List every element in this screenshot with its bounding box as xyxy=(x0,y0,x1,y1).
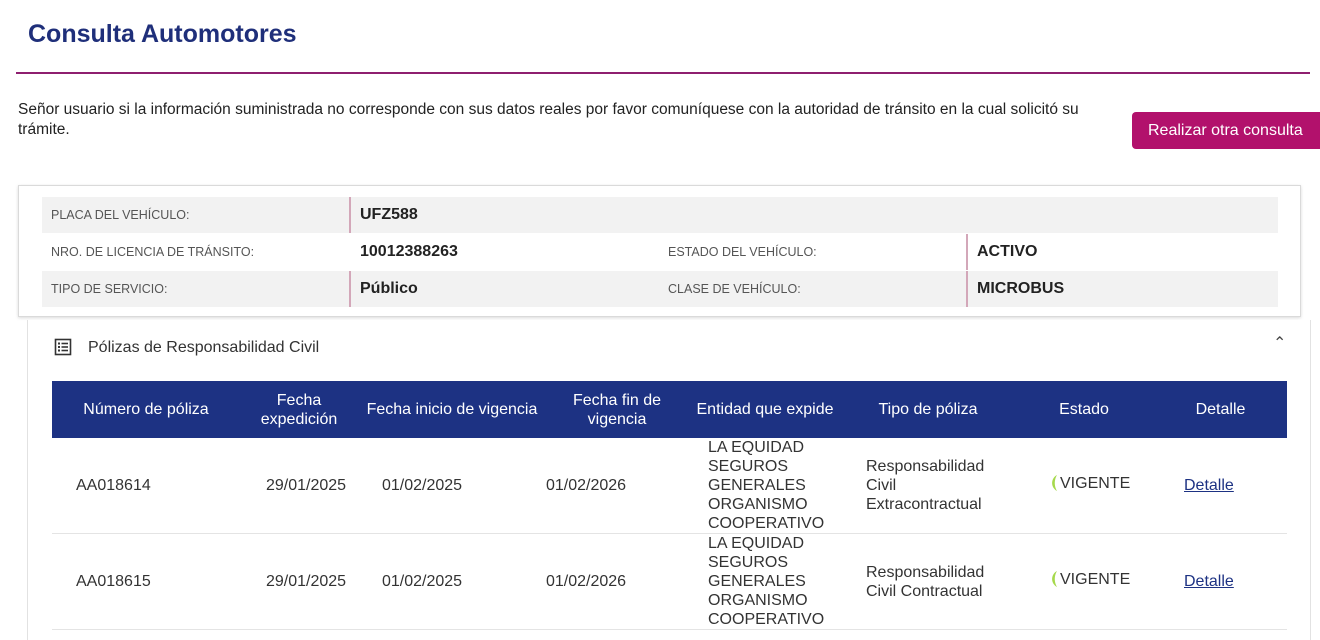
estado-vehiculo-value: ACTIVO xyxy=(966,234,1037,270)
table-header-row: Número de póliza Fecha expedición Fecha … xyxy=(52,381,1287,438)
detalle-link[interactable]: Detalle xyxy=(1184,573,1234,590)
expedicion-cell: 29/01/2025 xyxy=(240,533,358,630)
list-document-icon xyxy=(54,338,72,356)
leaf-icon xyxy=(1052,475,1057,492)
vehicle-row-placa: PLACA DEL VEHÍCULO: UFZ588 xyxy=(42,197,1278,233)
placa-value: UFZ588 xyxy=(349,197,418,233)
col-fin-header: Fecha fin de vigencia xyxy=(546,381,688,438)
col-numero-header: Número de póliza xyxy=(52,381,240,438)
estado-vehiculo-label: ESTADO DEL VEHÍCULO: xyxy=(668,245,817,259)
new-query-button[interactable]: Realizar otra consulta xyxy=(1132,112,1320,149)
polizas-table: Número de póliza Fecha expedición Fecha … xyxy=(52,381,1287,630)
numero-cell: AA018614 xyxy=(52,438,240,534)
detalle-cell: Detalle xyxy=(1154,438,1287,534)
leaf-icon xyxy=(1052,571,1057,588)
tipo-cell: Responsabilidad Civil Extracontractual xyxy=(842,438,1014,534)
title-divider xyxy=(16,72,1310,74)
polizas-section: Pólizas de Responsabilidad Civil ⌃ Númer… xyxy=(27,320,1311,640)
estado-cell: VIGENTE xyxy=(1014,438,1154,534)
inicio-cell: 01/02/2025 xyxy=(358,438,546,534)
chevron-up-icon[interactable]: ⌃ xyxy=(1273,334,1286,354)
licencia-label: NRO. DE LICENCIA DE TRÁNSITO: xyxy=(51,245,255,259)
col-estado-header: Estado xyxy=(1014,381,1154,438)
expedicion-cell: 29/01/2025 xyxy=(240,438,358,534)
clase-label: CLASE DE VEHÍCULO: xyxy=(668,282,801,296)
licencia-value: 10012388263 xyxy=(360,243,458,260)
status-badge: VIGENTE xyxy=(1050,474,1130,493)
clase-value: MICROBUS xyxy=(966,271,1064,307)
detalle-cell: Detalle xyxy=(1154,533,1287,630)
col-expedicion-header: Fecha expedición xyxy=(240,381,358,438)
fin-cell: 01/02/2026 xyxy=(546,438,688,534)
fin-cell: 01/02/2026 xyxy=(546,533,688,630)
vehicle-row-licencia: NRO. DE LICENCIA DE TRÁNSITO: 1001238826… xyxy=(42,234,1278,270)
col-detalle-header: Detalle xyxy=(1154,381,1287,438)
status-badge: VIGENTE xyxy=(1050,570,1130,589)
numero-cell: AA018615 xyxy=(52,533,240,630)
page-title: Consulta Automotores xyxy=(28,20,297,48)
servicio-label: TIPO DE SERVICIO: xyxy=(51,282,168,296)
vehicle-info-card: PLACA DEL VEHÍCULO: UFZ588 NRO. DE LICEN… xyxy=(18,185,1301,317)
col-tipo-header: Tipo de póliza xyxy=(842,381,1014,438)
inicio-cell: 01/02/2025 xyxy=(358,533,546,630)
polizas-section-title: Pólizas de Responsabilidad Civil xyxy=(88,339,320,356)
servicio-value: Público xyxy=(349,271,418,307)
entidad-cell: LA EQUIDAD SEGUROS GENERALES ORGANISMO C… xyxy=(688,438,842,534)
vehicle-row-servicio: TIPO DE SERVICIO: Público CLASE DE VEHÍC… xyxy=(42,271,1278,307)
placa-label: PLACA DEL VEHÍCULO: xyxy=(51,208,190,222)
col-inicio-header: Fecha inicio de vigencia xyxy=(358,381,546,438)
table-row: AA018614 29/01/2025 01/02/2025 01/02/202… xyxy=(52,438,1287,534)
entidad-cell: LA EQUIDAD SEGUROS GENERALES ORGANISMO C… xyxy=(688,533,842,630)
tipo-cell: Responsabilidad Civil Contractual xyxy=(842,533,1014,630)
notice-text: Señor usuario si la información suminist… xyxy=(18,101,1079,138)
status-text: VIGENTE xyxy=(1060,474,1131,492)
table-row: AA018615 29/01/2025 01/02/2025 01/02/202… xyxy=(52,533,1287,630)
detalle-link[interactable]: Detalle xyxy=(1184,477,1234,494)
status-text: VIGENTE xyxy=(1060,570,1131,588)
estado-cell: VIGENTE xyxy=(1014,533,1154,630)
col-entidad-header: Entidad que expide xyxy=(688,381,842,438)
